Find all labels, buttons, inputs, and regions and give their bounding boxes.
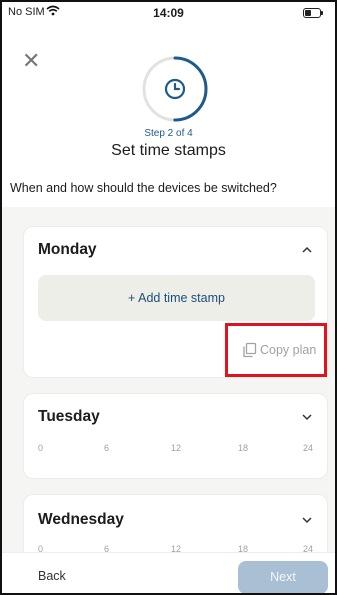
axis-tick-label: 18 bbox=[238, 443, 249, 453]
day-title: Monday bbox=[38, 241, 97, 258]
chevron-up-icon[interactable] bbox=[301, 244, 313, 256]
step-label: Step 2 of 4 bbox=[144, 128, 193, 139]
footer-bar: Back Next bbox=[2, 552, 335, 593]
next-button[interactable]: Next bbox=[238, 561, 328, 593]
page-subtitle: When and how should the devices be switc… bbox=[10, 181, 277, 195]
header: ✕ Step 2 of 4 Set time stamps When and h… bbox=[2, 24, 335, 207]
day-title: Tuesday bbox=[38, 408, 100, 425]
chevron-down-icon[interactable] bbox=[301, 411, 313, 423]
step-progress-ring bbox=[142, 56, 208, 122]
close-icon[interactable]: ✕ bbox=[22, 50, 40, 72]
status-bar: No SIM 14:09 bbox=[2, 2, 335, 24]
phone-frame: No SIM 14:09 ✕ Step 2 of 4 Set time stam… bbox=[0, 0, 337, 595]
day-card-monday: Monday + Add time stamp Copy plan bbox=[23, 226, 328, 378]
copy-icon bbox=[243, 342, 257, 358]
axis-tick-label: 6 bbox=[104, 443, 110, 453]
axis-tick-label: 0 bbox=[38, 443, 44, 453]
copy-plan-button[interactable]: Copy plan bbox=[242, 340, 316, 360]
back-button[interactable]: Back bbox=[38, 569, 66, 583]
page-title: Set time stamps bbox=[111, 142, 226, 159]
axis-tick-label: 24 bbox=[302, 443, 313, 453]
day-title: Wednesday bbox=[38, 511, 124, 528]
day-card-tuesday[interactable]: Tuesday 0 6 12 18 24 bbox=[23, 393, 328, 479]
add-time-stamp-button[interactable]: + Add time stamp bbox=[38, 275, 315, 321]
axis-tick-label: 12 bbox=[171, 443, 182, 453]
battery-icon bbox=[303, 8, 323, 18]
clock-time: 14:09 bbox=[153, 6, 184, 20]
clock-icon bbox=[164, 78, 186, 100]
time-axis: 0 6 12 18 24 bbox=[38, 443, 313, 455]
chevron-down-icon[interactable] bbox=[301, 514, 313, 526]
copy-plan-label: Copy plan bbox=[260, 343, 317, 357]
copy-plan-highlight: Copy plan bbox=[225, 323, 327, 377]
